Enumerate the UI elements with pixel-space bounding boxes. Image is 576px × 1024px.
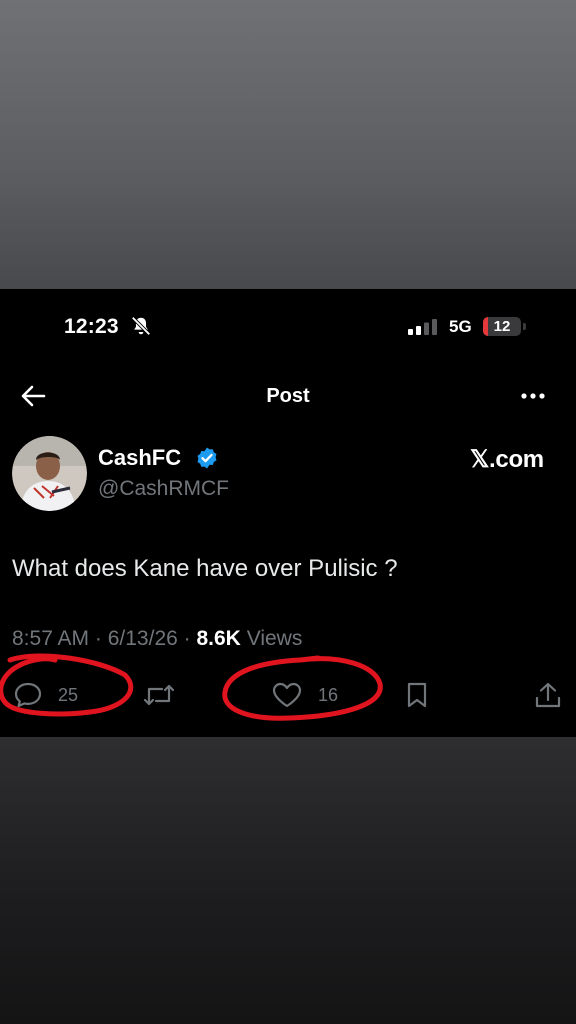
repost-button[interactable] <box>143 681 175 709</box>
backdrop-bottom <box>0 737 576 1024</box>
like-button[interactable]: 16 <box>272 681 338 709</box>
tweet-time: 8:57 AM <box>12 627 90 650</box>
bookmark-icon <box>407 682 427 708</box>
reply-button[interactable]: 25 <box>14 681 78 709</box>
repost-icon <box>143 684 175 706</box>
reply-count: 25 <box>58 684 79 705</box>
battery-percent: 12 <box>493 318 511 335</box>
bell-slash-icon <box>131 316 151 336</box>
share-button[interactable] <box>534 681 562 709</box>
status-bar: 12:23 5G 12 <box>0 289 576 369</box>
top-nav: Post <box>0 377 576 417</box>
more-options-icon[interactable] <box>520 387 546 405</box>
meta-separator: · <box>183 627 197 650</box>
tweet-text: What does Kane have over Pulisic ? <box>12 555 398 582</box>
like-count: 16 <box>318 684 339 705</box>
backdrop-top <box>0 0 576 289</box>
author-handle[interactable]: @CashRMCF <box>98 477 229 501</box>
tweet-meta: 8:57 AM · 6/13/26 · 8.6K Views <box>12 627 302 651</box>
reply-icon <box>14 682 42 708</box>
source-label[interactable]: 𝕏.com <box>470 445 544 474</box>
views-count: 8.6K <box>196 627 241 650</box>
bookmark-button[interactable] <box>405 681 429 709</box>
meta-separator: · <box>94 627 108 650</box>
author-name[interactable]: CashFC <box>98 445 181 471</box>
status-time: 12:23 <box>64 315 119 338</box>
page-title: Post <box>266 385 310 407</box>
heart-icon <box>272 682 302 708</box>
signal-icon <box>408 319 437 335</box>
avatar[interactable] <box>12 436 87 511</box>
phone-screenshot: 12:23 5G 12 Post CashFC @CashRMCF 𝕏.com … <box>0 289 576 737</box>
action-bar: 25 16 <box>0 669 576 719</box>
tweet-date: 6/13/26 <box>107 627 178 650</box>
verified-badge-icon <box>197 447 217 469</box>
battery-indicator: 12 <box>483 317 527 337</box>
network-type: 5G <box>449 317 472 336</box>
share-icon <box>535 682 561 708</box>
views-label: Views <box>246 627 303 650</box>
